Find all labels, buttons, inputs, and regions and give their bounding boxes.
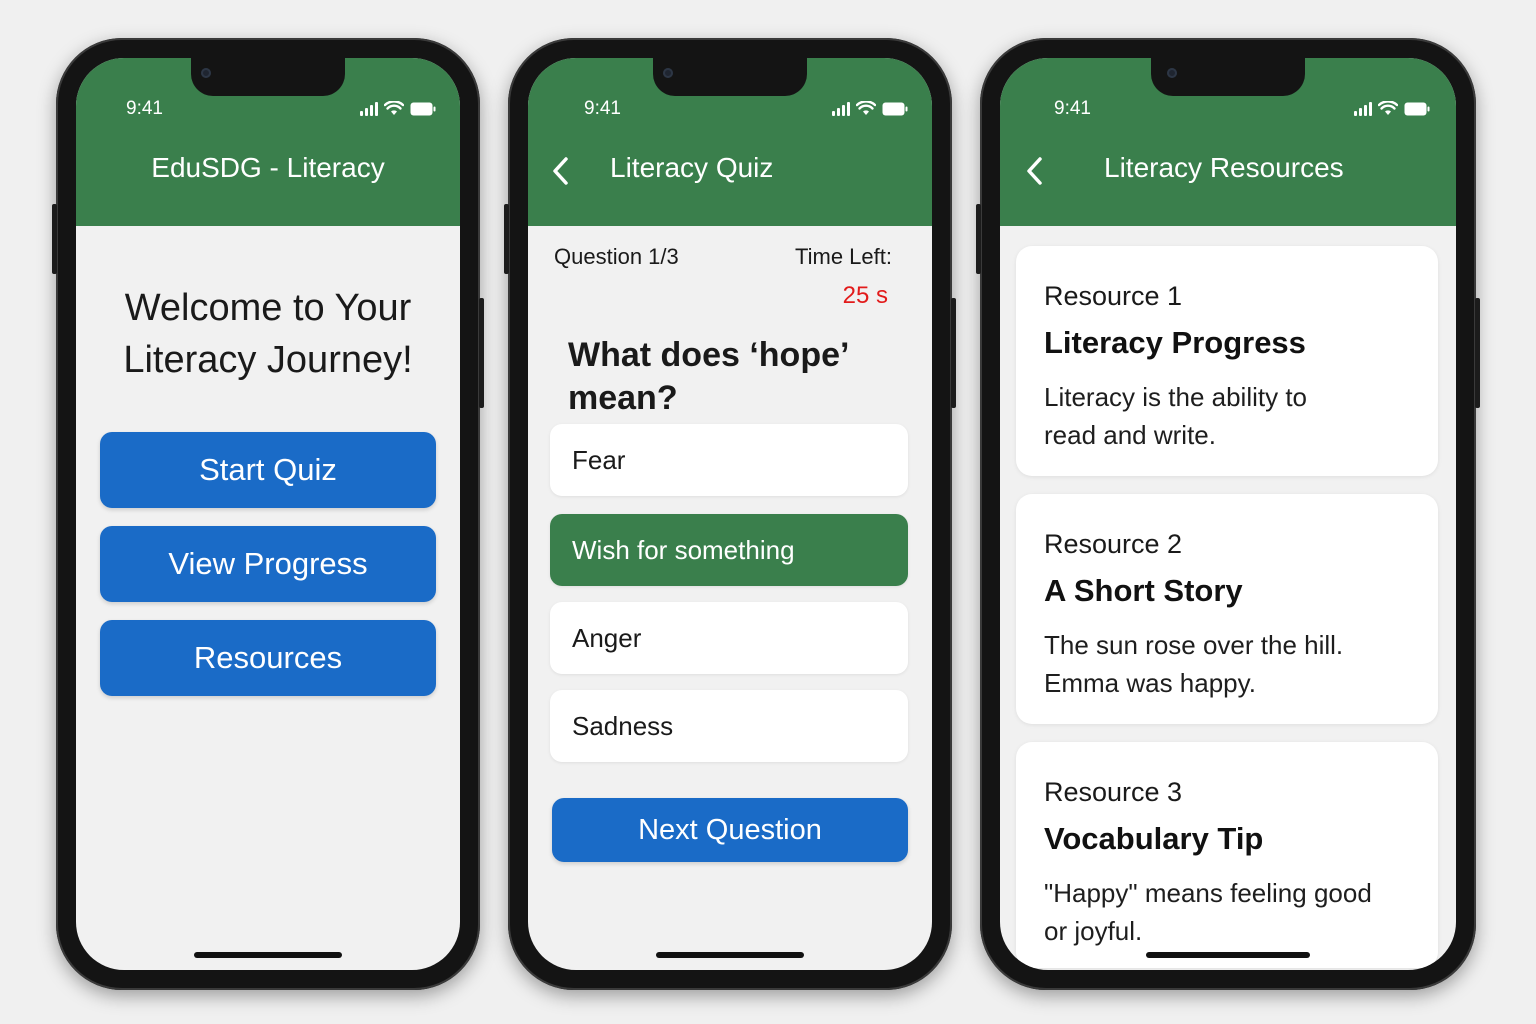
resource-body: The sun rose over the hill. Emma was hap…: [1044, 626, 1374, 702]
welcome-line: Welcome to Your: [124, 287, 412, 329]
resource-body-line: The sun rose over the hill.: [1044, 630, 1344, 660]
status-time: 9:41: [1054, 98, 1091, 119]
resource-body-line: "Happy" means feeling good: [1044, 878, 1372, 908]
resource-heading: Vocabulary Tip: [1044, 821, 1264, 856]
notch: [191, 58, 345, 96]
home-indicator[interactable]: [1146, 952, 1310, 958]
answer-option[interactable]: Sadness: [550, 690, 908, 762]
notch: [1151, 58, 1305, 96]
resource-body: Literacy is the ability to read and writ…: [1044, 378, 1374, 454]
answer-option[interactable]: Anger: [550, 602, 908, 674]
phone-home: 9:41 EduSDG - Literacy Welcome to Your L…: [52, 38, 484, 990]
resource-heading: Literacy Progress: [1044, 325, 1306, 360]
status-time: 9:41: [584, 98, 621, 119]
battery-icon: [882, 102, 908, 116]
resource-body: "Happy" means feeling good or joyful.: [1044, 874, 1394, 950]
page-title: Literacy Resources: [1104, 152, 1344, 183]
battery-icon: [1404, 102, 1430, 116]
resource-body-line: Emma was happy.: [1044, 668, 1256, 698]
quiz-screen: 9:41 Literacy Quiz Question 1/3 Time Lef…: [528, 58, 932, 970]
home-indicator[interactable]: [656, 952, 804, 958]
view-progress-button[interactable]: View Progress: [100, 526, 436, 602]
question-line: mean?: [568, 379, 678, 417]
next-question-button[interactable]: Next Question: [552, 798, 908, 862]
signal-icon: [360, 102, 378, 116]
resource-body-line: or joyful.: [1044, 916, 1143, 946]
app-header: 9:41 Literacy Quiz: [528, 58, 932, 226]
answer-option[interactable]: Fear: [550, 424, 908, 496]
question-counter: Question 1/3: [554, 244, 679, 269]
volume-button: [504, 204, 509, 274]
welcome-heading: Welcome to Your Literacy Journey!: [76, 282, 460, 386]
battery-icon: [410, 102, 436, 116]
page-title: EduSDG - Literacy: [151, 152, 385, 183]
power-button: [951, 298, 956, 408]
status-time: 9:41: [126, 98, 163, 119]
signal-icon: [1354, 102, 1372, 116]
volume-button: [52, 204, 57, 274]
camera-icon: [1167, 68, 1177, 78]
resource-card[interactable]: Resource 1 Literacy Progress Literacy is…: [1016, 246, 1438, 476]
status-icons: [360, 100, 436, 116]
phone-resources: 9:41 Literacy Resources Resource 1 Liter…: [976, 38, 1480, 990]
phone-quiz: 9:41 Literacy Quiz Question 1/3 Time Lef…: [504, 38, 956, 990]
resource-label: Resource 3: [1044, 777, 1183, 807]
back-arrow-icon[interactable]: [552, 156, 570, 191]
resource-body-line: Literacy is the ability to: [1044, 382, 1308, 412]
back-arrow-icon[interactable]: [1026, 156, 1044, 191]
notch: [653, 58, 807, 96]
resource-label: Resource 2: [1044, 529, 1183, 559]
app-header: 9:41 Literacy Resources: [1000, 58, 1456, 226]
wifi-icon: [856, 101, 876, 116]
time-left-value: 25 s: [842, 282, 888, 309]
answer-option-selected[interactable]: Wish for something: [550, 514, 908, 586]
camera-icon: [201, 68, 211, 78]
resource-body-line: read and write.: [1044, 420, 1216, 450]
status-icons: [1354, 100, 1430, 116]
status-icons: [832, 100, 908, 116]
wifi-icon: [1378, 101, 1398, 116]
resource-card[interactable]: Resource 3 Vocabulary Tip "Happy" means …: [1016, 742, 1438, 968]
power-button: [1475, 298, 1480, 408]
power-button: [479, 298, 484, 408]
resource-heading: A Short Story: [1044, 573, 1243, 608]
resources-screen: 9:41 Literacy Resources Resource 1 Liter…: [1000, 58, 1456, 970]
start-quiz-button[interactable]: Start Quiz: [100, 432, 436, 508]
home-indicator[interactable]: [194, 952, 342, 958]
time-left-label: Time Left:: [795, 244, 892, 269]
camera-icon: [663, 68, 673, 78]
page-title: Literacy Quiz: [610, 152, 774, 183]
question-text: What does ‘hope’ mean?: [568, 334, 888, 420]
wifi-icon: [384, 101, 404, 116]
app-header: 9:41 EduSDG - Literacy: [76, 58, 460, 226]
signal-icon: [832, 102, 850, 116]
resources-button[interactable]: Resources: [100, 620, 436, 696]
welcome-line: Literacy Journey!: [123, 339, 413, 381]
volume-button: [976, 204, 981, 274]
resource-card[interactable]: Resource 2 A Short Story The sun rose ov…: [1016, 494, 1438, 724]
home-screen: 9:41 EduSDG - Literacy Welcome to Your L…: [76, 58, 460, 970]
resource-label: Resource 1: [1044, 281, 1183, 311]
question-line: What does ‘hope’: [568, 336, 850, 374]
